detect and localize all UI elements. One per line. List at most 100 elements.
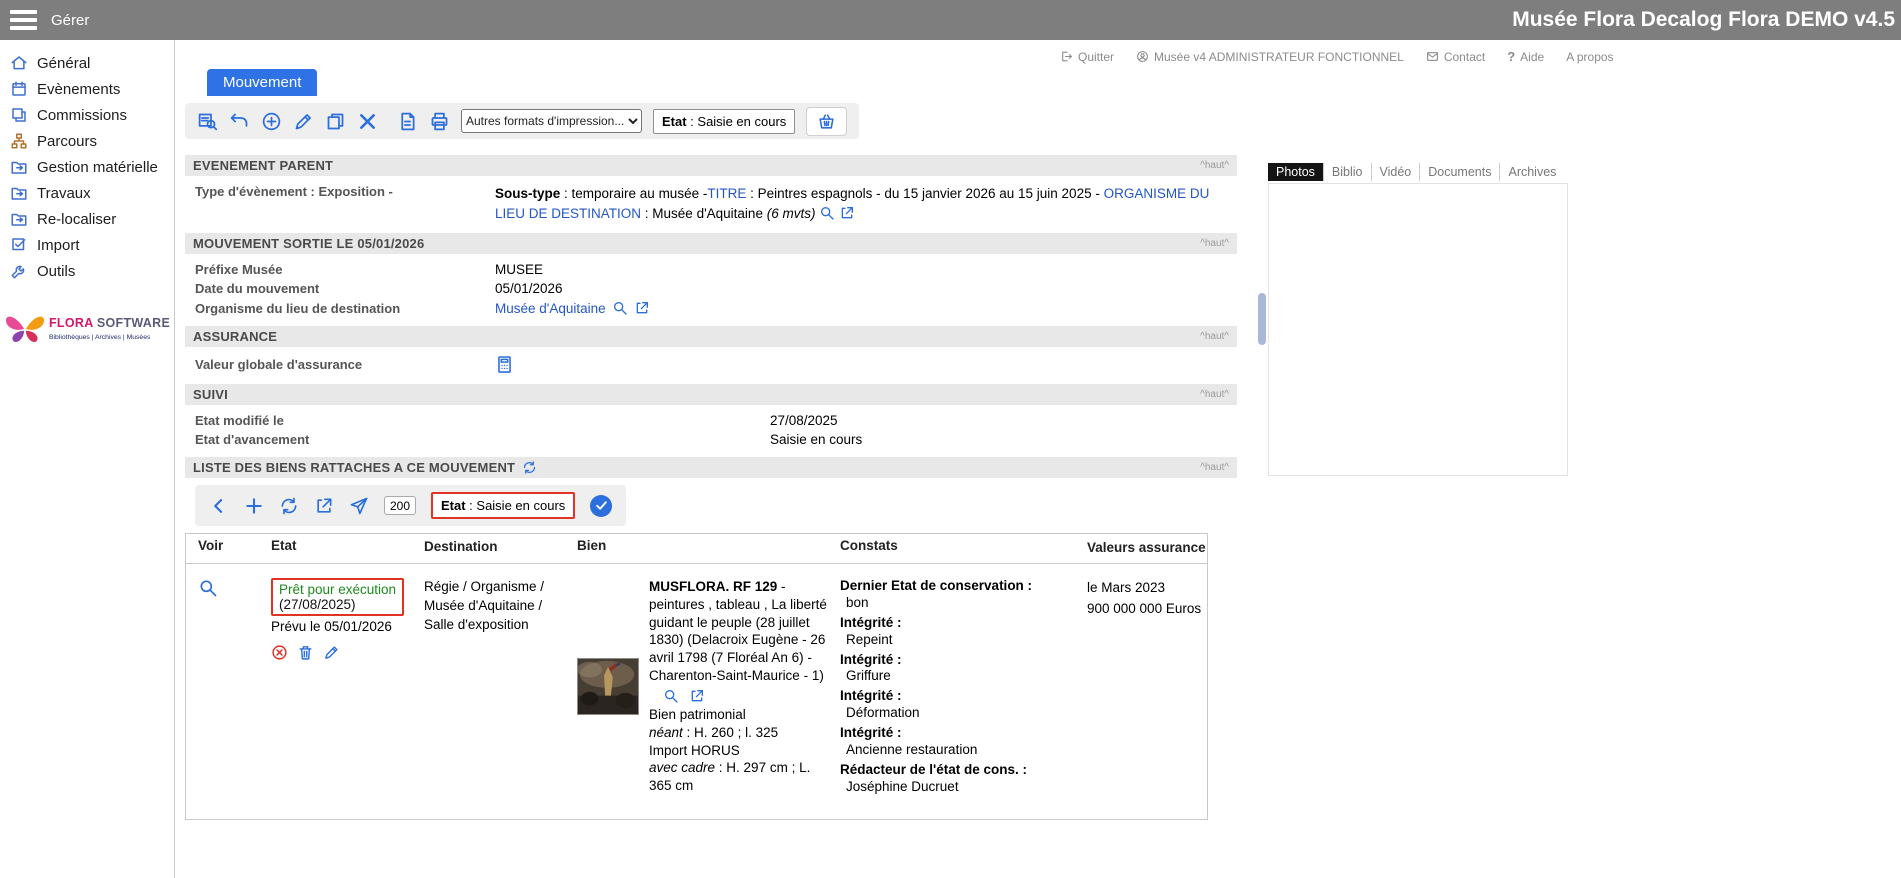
trash-icon[interactable] [297, 644, 314, 661]
add-circle-icon[interactable] [261, 111, 282, 132]
bien-cadre: avec cadre : H. 297 cm ; L. 365 cm [649, 759, 827, 795]
section-evenement-parent-header: EVENEMENT PARENT ^haut^ [185, 155, 1237, 176]
external-link-icon[interactable] [634, 300, 650, 316]
search-icon[interactable] [612, 300, 628, 316]
undo-icon[interactable] [229, 111, 250, 132]
section-assurance-header: ASSURANCE ^haut^ [185, 326, 1237, 347]
bien-ref: MUSFLORA. RF 129 [649, 579, 777, 594]
field-row: Etat d'avancement Saisie en cours [185, 430, 1237, 449]
column-header-etat: Etat [261, 538, 414, 559]
basket-button[interactable] [806, 107, 847, 136]
page-size-input[interactable] [384, 496, 416, 515]
constats-cell: Dernier Etat de conservation : bon Intég… [830, 578, 1077, 799]
section-title: MOUVEMENT SORTIE LE 05/01/2026 [193, 236, 424, 251]
back-icon[interactable] [209, 496, 229, 516]
logout-icon [1060, 50, 1073, 63]
grid-search-icon[interactable] [197, 111, 218, 132]
sidebar-item-outils[interactable]: Outils [0, 258, 174, 284]
external-link-icon[interactable] [839, 205, 855, 221]
section-title: SUIVI [193, 387, 228, 402]
etat-filter-box[interactable]: Etat : Saisie en cours [431, 492, 575, 519]
hamburger-menu-icon[interactable] [10, 10, 37, 30]
sidebar-item-label: Evènements [37, 81, 120, 98]
sidebar-item-general[interactable]: Général [0, 50, 174, 76]
contact-link[interactable]: Contact [1426, 50, 1485, 64]
flora-software-logo: FLORA SOFTWARE Bibliothèques | Archives … [4, 308, 174, 346]
haut-link[interactable]: ^haut^ [1200, 238, 1229, 249]
tab-biblio[interactable]: Biblio [1323, 163, 1371, 181]
suivi-content: Etat modifié le 27/08/2025 Etat d'avance… [185, 405, 1237, 457]
tab-video[interactable]: Vidéo [1371, 163, 1420, 181]
titre-link[interactable]: TITRE [707, 186, 746, 201]
sidebar-item-travaux[interactable]: Travaux [0, 180, 174, 206]
user-icon [1136, 50, 1149, 63]
vertical-scrollbar[interactable] [1258, 293, 1266, 345]
folder-arrow-icon [10, 210, 28, 228]
refresh-icon[interactable] [522, 460, 537, 475]
aide-link[interactable]: ? Aide [1507, 49, 1544, 64]
prefixe-musee-value: MUSEE [495, 262, 543, 277]
a-propos-link[interactable]: A propos [1566, 50, 1613, 64]
help-icon: ? [1507, 49, 1515, 64]
sidebar-item-commissions[interactable]: Commissions [0, 102, 174, 128]
flora-butterfly-icon [4, 308, 46, 346]
musee-aquitaine-link[interactable]: Musée d'Aquitaine [495, 301, 606, 316]
import-icon [10, 236, 28, 254]
brand-software: SOFTWARE [93, 316, 170, 330]
sidebar-item-label: Re-localiser [37, 211, 116, 228]
printer-icon[interactable] [429, 111, 450, 132]
brand-tagline: Bibliothèques | Archives | Musées [49, 334, 170, 341]
sidebar-item-re-localiser[interactable]: Re-localiser [0, 206, 174, 232]
row-actions [271, 644, 414, 661]
edit-icon[interactable] [293, 111, 314, 132]
type-evenement-label: Type d'évènement : Exposition - [185, 184, 495, 199]
delete-icon[interactable] [357, 111, 378, 132]
external-link-icon[interactable] [689, 688, 705, 704]
sidebar-item-label: Import [37, 237, 80, 254]
app-title: Musée Flora Decalog Flora DEMO v4.5 [1512, 8, 1901, 32]
table-row: Prêt pour exécution (27/08/2025) Prévu l… [186, 564, 1207, 819]
artwork-thumbnail[interactable] [577, 658, 639, 715]
home-icon [10, 54, 28, 72]
tab-documents[interactable]: Documents [1419, 163, 1499, 181]
print-format-select[interactable]: Autres formats d'impression... [461, 109, 642, 133]
column-header-constats: Constats [830, 538, 1077, 559]
sidebar-item-evenements[interactable]: Evènements [0, 76, 174, 102]
haut-link[interactable]: ^haut^ [1200, 462, 1229, 473]
quitter-link[interactable]: Quitter [1060, 50, 1114, 64]
haut-link[interactable]: ^haut^ [1200, 160, 1229, 171]
biens-table: Voir Etat Destination Bien Constats Vale… [185, 533, 1208, 819]
sidebar-item-label: Parcours [37, 133, 97, 150]
sidebar-item-import[interactable]: Import [0, 232, 174, 258]
edit-icon[interactable] [323, 644, 340, 661]
add-icon[interactable] [244, 496, 264, 516]
calculator-icon[interactable] [495, 355, 514, 374]
validate-button[interactable] [590, 495, 612, 517]
send-icon[interactable] [349, 496, 369, 516]
mail-icon [1426, 50, 1439, 63]
user-account-link[interactable]: Musée v4 ADMINISTRATEUR FONCTIONNEL [1136, 50, 1404, 64]
header-links: Quitter Musée v4 ADMINISTRATEUR FONCTION… [1060, 49, 1614, 64]
search-icon[interactable] [819, 205, 835, 221]
cancel-icon[interactable] [271, 644, 288, 661]
mouvement-content: Préfixe Musée MUSEE Date du mouvement 05… [185, 254, 1237, 326]
view-record-icon[interactable] [198, 578, 218, 598]
photos-panel-content [1268, 183, 1568, 476]
recycle-icon[interactable] [279, 496, 299, 516]
haut-link[interactable]: ^haut^ [1200, 331, 1229, 342]
copy-icon[interactable] [325, 111, 346, 132]
document-icon[interactable] [397, 111, 418, 132]
etat-status-box: Etat : Saisie en cours [653, 109, 795, 134]
external-link-icon[interactable] [314, 496, 334, 516]
sidebar-item-gestion-materielle[interactable]: Gestion matérielle [0, 154, 174, 180]
search-icon[interactable] [663, 688, 679, 704]
haut-link[interactable]: ^haut^ [1200, 389, 1229, 400]
evenement-parent-details: Sous-type : temporaire au musée -TITRE :… [495, 184, 1227, 223]
tab-archives[interactable]: Archives [1499, 163, 1564, 181]
sidebar-item-parcours[interactable]: Parcours [0, 128, 174, 154]
tab-photos[interactable]: Photos [1268, 163, 1323, 181]
bien-dimensions: néant : H. 260 ; l. 325 [649, 724, 827, 742]
basket-icon [817, 112, 836, 131]
tab-mouvement[interactable]: Mouvement [207, 69, 317, 96]
layers-icon [10, 106, 28, 124]
